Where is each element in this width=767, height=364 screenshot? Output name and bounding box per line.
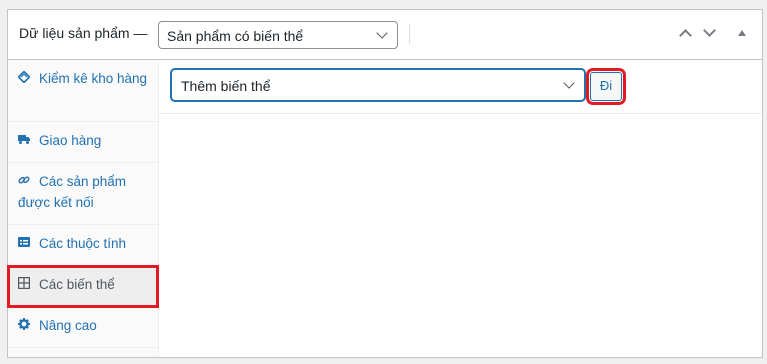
product-type-value: Sản phẩm có biến thể — [167, 28, 304, 44]
tab-label: Nâng cao — [39, 318, 97, 333]
chevron-down-icon — [376, 27, 388, 39]
variations-toolbar: Thêm biến thể Đi — [159, 60, 762, 114]
toggle-panel-button[interactable] — [733, 25, 753, 45]
tab-advanced[interactable]: Nâng cao — [8, 307, 158, 348]
move-up-button[interactable] — [676, 25, 696, 45]
chevron-down-icon — [703, 24, 716, 37]
variations-panel: Thêm biến thể Đi — [159, 60, 762, 357]
product-data-tabs: Kiểm kê kho hàng Giao hàng Các sản phẩm … — [7, 60, 159, 357]
tab-label: Các sản phẩm được kết nối — [18, 174, 127, 210]
tab-shipping[interactable]: Giao hàng — [8, 122, 158, 163]
chevron-up-icon — [679, 29, 692, 42]
tab-label: Giao hàng — [39, 133, 102, 148]
triangle-up-icon — [738, 30, 746, 36]
go-button[interactable]: Đi — [586, 68, 626, 105]
panel-title: Dữ liệu sản phẩm — — [19, 25, 148, 41]
variation-action-value: Thêm biến thể — [181, 78, 271, 94]
product-data-panel: Dữ liệu sản phẩm — Sản phẩm có biến thể … — [7, 9, 763, 358]
tab-inventory[interactable]: Kiểm kê kho hàng — [8, 60, 158, 122]
tab-variations[interactable]: Các biến thể — [7, 265, 159, 308]
panel-header: Dữ liệu sản phẩm — Sản phẩm có biến thể — [8, 10, 762, 60]
product-type-select[interactable]: Sản phẩm có biến thể — [158, 21, 398, 49]
variation-action-select[interactable]: Thêm biến thể — [171, 69, 585, 101]
tab-linked-products[interactable]: Các sản phẩm được kết nối — [8, 163, 158, 225]
tab-label: Kiểm kê kho hàng — [39, 71, 148, 86]
move-down-button[interactable] — [700, 24, 720, 45]
tab-label: Các biến thể — [39, 277, 115, 292]
tab-attributes[interactable]: Các thuộc tính — [8, 225, 158, 266]
tab-label: Các thuộc tính — [39, 236, 127, 251]
chevron-down-icon — [563, 77, 575, 89]
header-divider — [409, 24, 410, 44]
